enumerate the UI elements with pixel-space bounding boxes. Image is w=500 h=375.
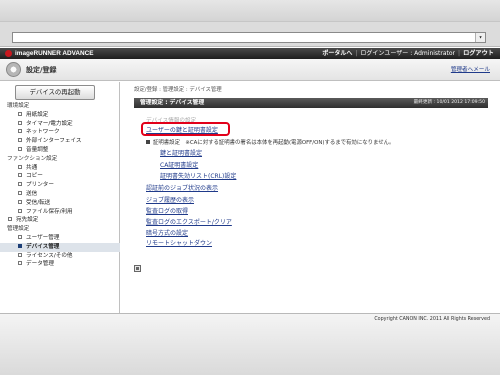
remote-shutdown-link[interactable]: リモートシャットダウン — [146, 238, 212, 247]
bullet-icon — [18, 208, 22, 213]
sidebar-item-label: データ管理 — [26, 261, 54, 268]
bullet-icon — [18, 182, 22, 187]
sidebar-item-label: 共通 — [26, 164, 38, 171]
browser-chrome: ▾ — [0, 0, 500, 47]
sidebar-item-printer[interactable]: プリンター — [0, 181, 120, 190]
certificate-settings-note: 証明書設定 ※CAに対する証明書の署名は本体を再起動(電源OFF/ON)するまで… — [146, 138, 394, 146]
last-updated: 最終更新 : 10/01 2012 17:09:50 — [413, 100, 485, 105]
sidebar-item-copy[interactable]: コピー — [0, 172, 120, 181]
sidebar-item-label: プリンター — [26, 182, 54, 189]
sidebar-item-send[interactable]: 送信 — [0, 190, 120, 199]
audit-log-export-link[interactable]: 監査ログのエクスポート/クリア — [146, 217, 232, 226]
bullet-icon — [18, 146, 22, 151]
bullet-icon — [18, 164, 22, 169]
logout-link[interactable]: ログアウト — [463, 48, 494, 59]
sidebar-item-label: ユーザー管理 — [26, 234, 60, 241]
page-top-icon[interactable] — [134, 265, 141, 272]
page-title: 設定/登録 — [26, 66, 57, 74]
sidebar-item-label: 送信 — [26, 190, 38, 197]
main-content: 設定/登録 : 管理設定 : デバイス管理 管理設定 : デバイス管理 最終更新… — [130, 82, 492, 313]
sidebar-item-label: ファンクション設定 — [7, 155, 58, 162]
chevron-down-icon: ▾ — [478, 34, 483, 41]
sidebar-item-external-interface[interactable]: 外部インターフェイス — [0, 137, 120, 146]
sidebar-item-destination-settings[interactable]: 宛先設定 — [0, 216, 120, 225]
bullet-icon — [18, 243, 22, 248]
sidebar-item-label: 受信/転送 — [26, 199, 51, 206]
breadcrumb: 設定/登録 : 管理設定 : デバイス管理 — [134, 87, 222, 93]
bullet-icon — [18, 138, 22, 143]
sidebar-item-license-other[interactable]: ライセンス/その他 — [0, 252, 120, 261]
sidebar-section-function-settings[interactable]: ファンクション設定 — [0, 155, 120, 164]
sidebar-item-label: デバイス管理 — [26, 243, 60, 250]
sidebar-item-label: 音量調整 — [26, 146, 49, 153]
sidebar-item-label: 環境設定 — [7, 103, 30, 109]
sidebar-item-network[interactable]: ネットワーク — [0, 128, 120, 137]
sidebar-item-label: 外部インターフェイス — [26, 138, 82, 145]
header-separator: | — [355, 50, 358, 57]
sidebar-item-label: タイマー/電力設定 — [26, 120, 73, 127]
bullet-icon — [18, 252, 22, 257]
crl-settings-link[interactable]: 証明書失効リスト(CRL)設定 — [160, 171, 236, 180]
sidebar-item-paper-settings[interactable]: 用紙設定 — [0, 111, 120, 120]
sidebar-item-label: 管理設定 — [7, 226, 30, 233]
bullet-icon — [18, 234, 22, 239]
address-dropdown-button[interactable]: ▾ — [475, 33, 485, 42]
header-user-area: ポータルへ | ログインユーザー : Administrator | ログアウト — [322, 48, 494, 59]
copyright-text: Copyright CANON INC. 2011 All Rights Res… — [374, 317, 490, 322]
sidebar: デバイスの再起動 環境設定 用紙設定 タイマー/電力設定 ネットワーク 外部イン… — [0, 82, 120, 313]
sidebar-item-user-management[interactable]: ユーザー管理 — [0, 234, 120, 243]
sidebar-item-label: コピー — [26, 173, 43, 180]
sidebar-item-label: 用紙設定 — [26, 111, 49, 118]
sidebar-item-label: ネットワーク — [26, 129, 60, 136]
sidebar-item-store-access-files[interactable]: ファイル保存/利用 — [0, 208, 120, 217]
section-title: 管理設定 : デバイス管理 — [140, 100, 205, 106]
sidebar-item-receive-forward[interactable]: 受信/転送 — [0, 199, 120, 208]
sidebar-item-label: ファイル保存/利用 — [26, 208, 73, 215]
user-key-certificate-link[interactable]: ユーザーの鍵と証明書設定 — [146, 125, 218, 134]
audit-log-acquire-link[interactable]: 監査ログの取得 — [146, 206, 188, 215]
header-separator: | — [458, 50, 461, 57]
bullet-icon — [18, 111, 22, 116]
sidebar-item-device-management[interactable]: デバイス管理 — [0, 242, 120, 252]
footer: Copyright CANON INC. 2011 All Rights Res… — [0, 313, 500, 375]
product-logo: imageRUNNER ADVANCE — [15, 50, 94, 57]
sidebar-menu: 環境設定 用紙設定 タイマー/電力設定 ネットワーク 外部インターフェイス 音量… — [0, 102, 120, 269]
portal-link[interactable]: ポータルへ — [322, 48, 352, 59]
restart-device-button[interactable]: デバイスの再起動 — [15, 85, 95, 100]
bullet-icon — [18, 261, 22, 266]
mail-admin-link[interactable]: 管理者へメール — [451, 65, 490, 73]
bullet-icon — [146, 140, 150, 144]
bullet-icon — [18, 190, 22, 195]
job-history-link[interactable]: ジョブ履歴の表示 — [146, 195, 194, 204]
key-certificate-link[interactable]: 鍵と証明書設定 — [160, 148, 202, 157]
app-header: imageRUNNER ADVANCE ポータルへ | ログインユーザー : Adm… — [0, 48, 500, 59]
section-title-bar: 管理設定 : デバイス管理 最終更新 : 10/01 2012 17:09:50 — [134, 98, 488, 108]
encryption-settings-link[interactable]: 暗号方式の設定 — [146, 228, 188, 237]
address-bar[interactable]: ▾ — [12, 32, 486, 43]
sidebar-section-management-settings[interactable]: 管理設定 — [0, 225, 120, 234]
ca-certificate-link[interactable]: CA証明書設定 — [160, 160, 198, 169]
bullet-icon — [18, 199, 22, 204]
bullet-icon — [8, 217, 12, 222]
sidebar-section-preferences[interactable]: 環境設定 — [0, 102, 120, 111]
bullet-icon — [18, 120, 22, 125]
sidebar-item-volume[interactable]: 音量調整 — [0, 146, 120, 155]
settings-gear-icon — [6, 62, 21, 77]
sidebar-item-label: ライセンス/その他 — [26, 252, 73, 259]
pre-auth-job-status-link[interactable]: 認証前のジョブ状況の表示 — [146, 183, 218, 192]
settings-subheader: 設定/登録 管理者へメール — [0, 59, 500, 81]
sidebar-item-timer-energy[interactable]: タイマー/電力設定 — [0, 120, 120, 129]
browser-toolbar — [0, 0, 500, 22]
login-user-label: ログインユーザー : Administrator — [360, 50, 456, 57]
sidebar-item-common[interactable]: 共通 — [0, 164, 120, 173]
sidebar-item-label: 宛先設定 — [16, 217, 39, 224]
sidebar-item-data-management[interactable]: データ管理 — [0, 260, 120, 269]
certificate-note-text: 証明書設定 ※CAに対する証明書の署名は本体を再起動(電源OFF/ON)するまで… — [153, 140, 395, 146]
bullet-icon — [18, 129, 22, 134]
canon-logo-icon — [5, 50, 12, 57]
bullet-icon — [18, 173, 22, 178]
